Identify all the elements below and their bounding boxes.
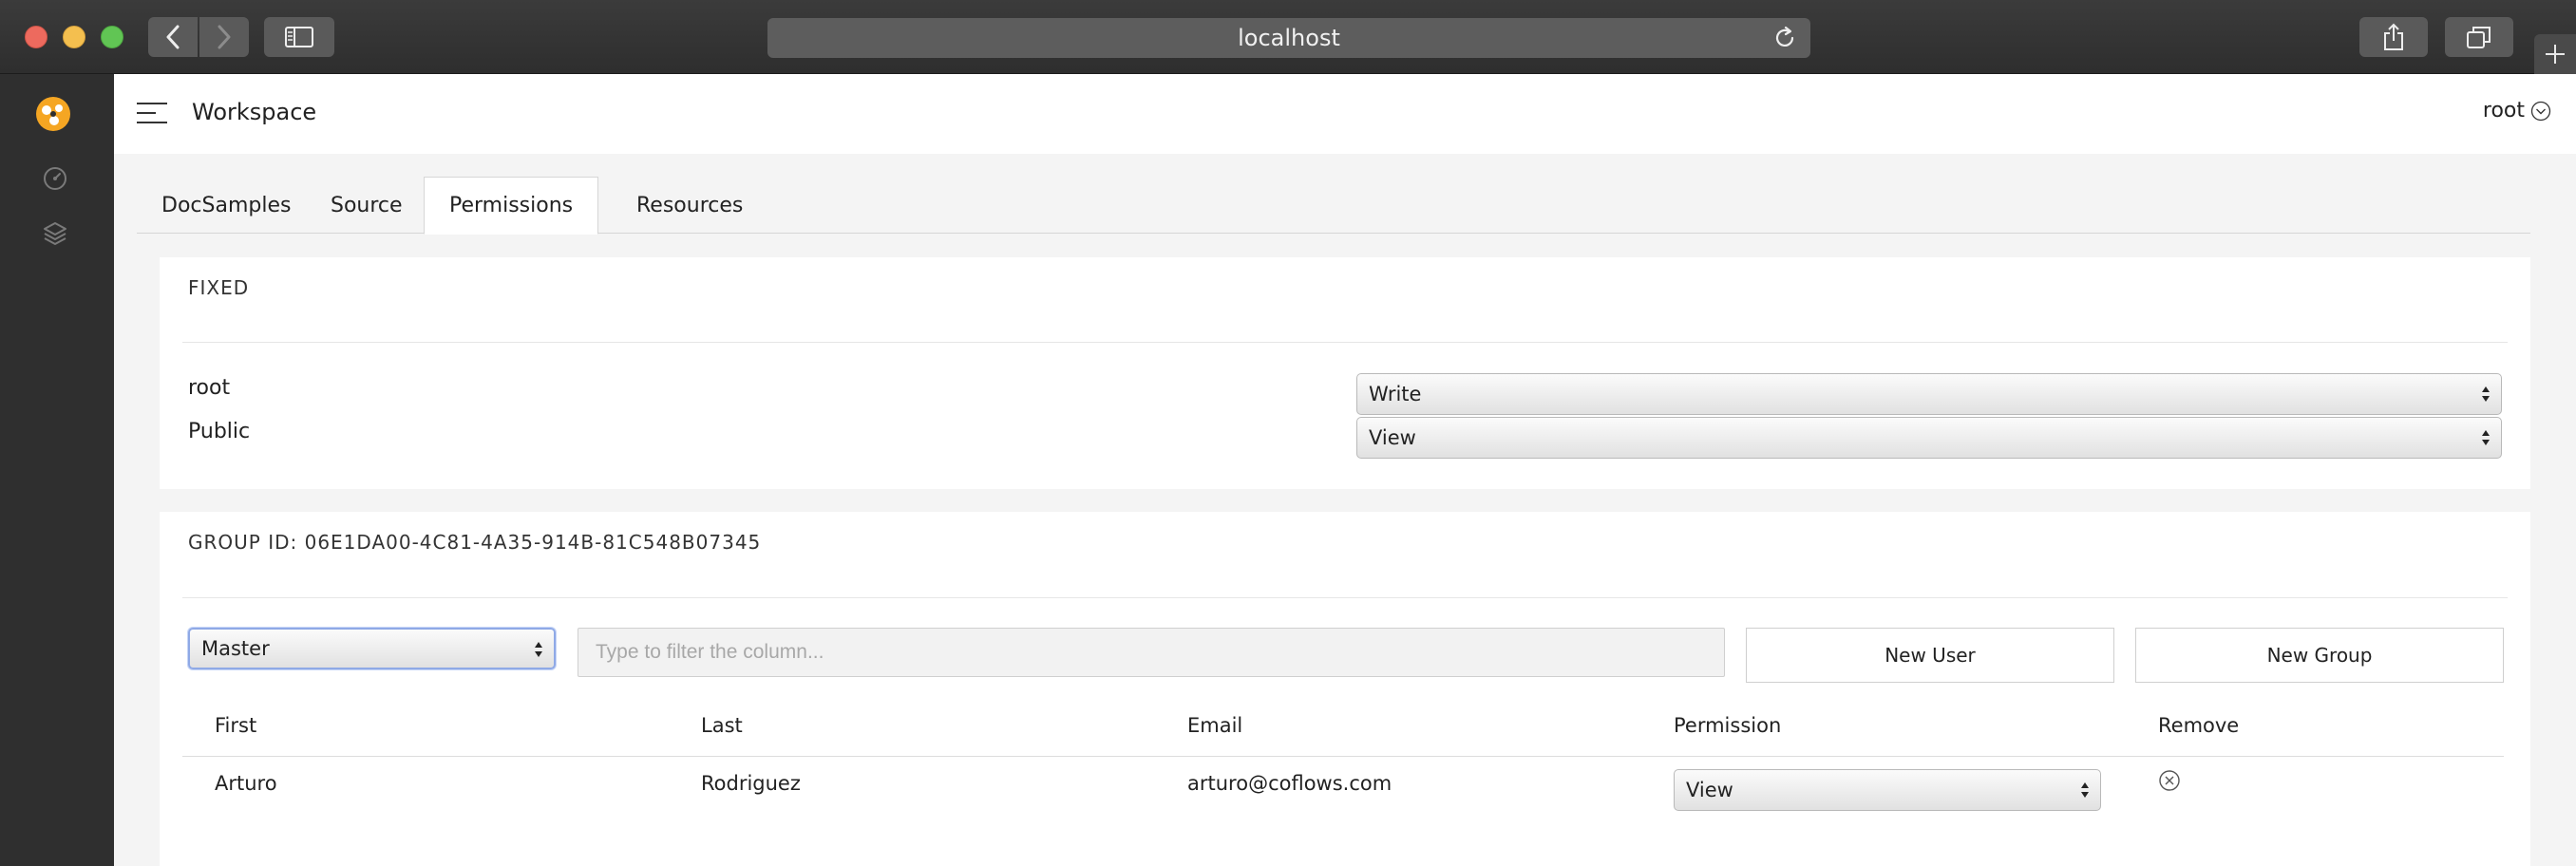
group-permissions-panel: GROUP ID: 06E1DA00-4C81-4A35-914B-81C548… [160, 512, 2530, 866]
column-header-remove: Remove [2158, 714, 2240, 737]
plus-icon [2546, 45, 2565, 64]
panel-divider [182, 342, 2508, 343]
browser-forward-button[interactable] [199, 17, 249, 57]
new-user-button[interactable]: New User [1746, 628, 2114, 683]
tab-permissions[interactable]: Permissions [424, 177, 599, 235]
column-header-email: Email [1187, 714, 1243, 737]
gauge-icon[interactable] [42, 165, 68, 192]
fixed-permissions-panel: FIXED root Write Public View [160, 257, 2530, 489]
select-value: Master [201, 637, 270, 660]
close-circle-icon[interactable] [2158, 769, 2181, 792]
tabs-icon [2467, 27, 2491, 48]
browser-sidebar-toggle[interactable] [264, 17, 334, 57]
chevron-left-icon [166, 25, 180, 49]
select-value: Write [1369, 383, 1422, 405]
fixed-row-name: root [188, 376, 231, 400]
layers-icon[interactable] [42, 219, 68, 246]
tab-docsamples[interactable]: DocSamples [137, 177, 315, 234]
fixed-permission-select[interactable]: Write [1356, 373, 2502, 415]
window-close-button[interactable] [25, 26, 47, 48]
tab-source[interactable]: Source [306, 177, 427, 234]
share-icon [2384, 23, 2403, 50]
app-logo-icon[interactable] [34, 95, 72, 133]
column-header-last: Last [701, 714, 743, 737]
select-arrows-icon [2482, 430, 2490, 445]
panel-divider [182, 597, 2508, 598]
address-bar[interactable]: localhost [767, 18, 1810, 58]
new-group-button[interactable]: New Group [2135, 628, 2504, 683]
column-header-permission: Permission [1674, 714, 1782, 737]
window-maximize-button[interactable] [101, 26, 123, 48]
fixed-panel-title: FIXED [188, 276, 250, 299]
address-bar-url: localhost [1238, 25, 1340, 51]
user-menu[interactable]: root [2483, 99, 2551, 122]
cell-email: arturo@coflows.com [1187, 772, 1392, 795]
chevron-right-icon [218, 25, 231, 49]
fixed-row-name: Public [188, 420, 251, 443]
fixed-permission-select[interactable]: View [1356, 417, 2502, 459]
select-value: View [1686, 779, 1733, 801]
new-tab-button[interactable] [2534, 34, 2576, 74]
row-permission-select[interactable]: View [1674, 769, 2101, 811]
column-header-first: First [215, 714, 257, 737]
workspace-tabs: DocSamples Source Permissions Resources [137, 177, 2530, 235]
window-minimize-button[interactable] [63, 26, 85, 48]
share-button[interactable] [2359, 17, 2428, 57]
cell-first: Arturo [215, 772, 277, 795]
reload-icon[interactable] [1772, 26, 1797, 50]
select-arrows-icon [535, 642, 542, 657]
app-sidebar [0, 74, 114, 866]
user-name: root [2482, 99, 2525, 122]
browser-back-button[interactable] [148, 17, 198, 57]
select-arrows-icon [2081, 782, 2089, 798]
tab-resources[interactable]: Resources [612, 177, 767, 234]
group-panel-title: GROUP ID: 06E1DA00-4C81-4A35-914B-81C548… [188, 531, 762, 554]
group-select[interactable]: Master [188, 628, 556, 669]
menu-toggle-icon[interactable] [137, 103, 167, 123]
browser-titlebar: localhost [0, 0, 2576, 74]
table-header-divider [182, 756, 2504, 757]
cell-last: Rodriguez [701, 772, 801, 795]
app-header: Workspace root [114, 74, 2576, 154]
chevron-down-circle-icon [2530, 101, 2551, 121]
column-filter-input[interactable] [578, 628, 1725, 677]
page-title: Workspace [192, 99, 317, 125]
select-value: View [1369, 426, 1416, 449]
select-arrows-icon [2482, 386, 2490, 402]
sidebar-icon [285, 27, 313, 47]
show-tabs-button[interactable] [2445, 17, 2513, 57]
